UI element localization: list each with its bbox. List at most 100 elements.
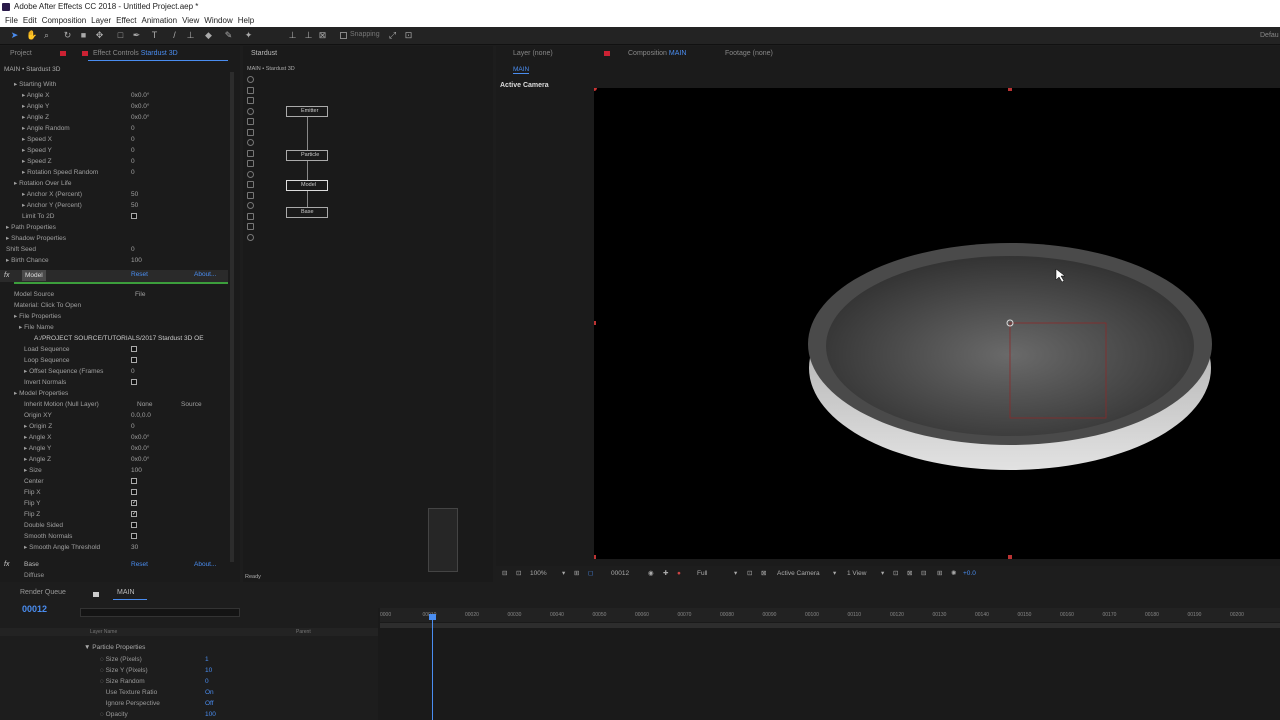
node-palette-icon[interactable]	[247, 86, 254, 94]
model-prop-row[interactable]: Material: Click To Open	[14, 300, 81, 311]
node-palette-icon[interactable]	[247, 76, 254, 83]
prop-value[interactable]: 0	[131, 156, 135, 167]
particle-properties-group[interactable]: ▼ Particle Properties	[84, 644, 145, 651]
tab-project[interactable]: Project	[10, 47, 32, 61]
exposure-value[interactable]: +0.0	[963, 566, 976, 582]
prop-value[interactable]: 100	[131, 465, 142, 476]
prop-value[interactable]: 0x0.0°	[131, 101, 150, 112]
rotate-tool-icon[interactable]: ↻	[63, 31, 72, 40]
timeline-prop-row[interactable]: ◌ Size Random	[100, 678, 145, 685]
prop-value[interactable]: None	[137, 399, 153, 410]
prop-value[interactable]: 0x0.0°	[131, 432, 150, 443]
tab-effect-controls[interactable]: Effect Controls Stardust 3D	[93, 47, 178, 61]
model-prop-row[interactable]: ▸ Size	[24, 465, 42, 476]
prop-value[interactable]: 0	[131, 244, 135, 255]
effect-prop-row[interactable]: ▸ Speed Z	[22, 156, 52, 167]
clone-tool-icon[interactable]: ⊥	[186, 31, 195, 40]
prop-value[interactable]: On	[205, 689, 214, 696]
effect-prop-row[interactable]: ▸ Birth Chance	[6, 255, 49, 266]
eraser-tool-icon[interactable]: ◆	[204, 31, 213, 40]
camera-tool-icon[interactable]: ■	[79, 31, 88, 40]
hand-tool-icon[interactable]: ✋	[26, 31, 37, 40]
prop-value[interactable]: 0	[131, 134, 135, 145]
snap-grid-icon[interactable]: ⊡	[404, 31, 413, 40]
axis-world-icon[interactable]: ⊥	[304, 31, 313, 40]
effect-prop-row[interactable]: ▸ Anchor Y (Percent)	[22, 200, 82, 211]
chevron-down-icon[interactable]: ▾	[881, 566, 884, 582]
model-prop-row[interactable]: ▸ Model Properties	[14, 388, 68, 399]
checkbox[interactable]: ✓	[131, 511, 137, 517]
transparency-grid-icon[interactable]: ⊠	[761, 566, 766, 582]
always-preview-icon[interactable]: ⊟	[502, 566, 507, 582]
menu-item-view[interactable]: View	[182, 14, 199, 27]
view-layout-dropdown[interactable]: 1 View	[847, 566, 866, 582]
time-ruler[interactable]: 0000000100002000030000400005000060000700…	[380, 608, 1280, 622]
snapshot-camera-icon[interactable]: ◉	[648, 566, 654, 582]
zoom-dropdown[interactable]: 100%	[530, 566, 547, 582]
lock-tab-icon[interactable]	[82, 51, 88, 56]
node-palette-icon[interactable]	[247, 118, 254, 125]
node-palette-icon[interactable]	[247, 160, 254, 167]
prop-value[interactable]: 50	[131, 200, 138, 211]
effect-prop-row[interactable]: ▸ Path Properties	[6, 222, 56, 233]
reset-exposure-icon[interactable]: ✺	[951, 566, 956, 582]
snapping-checkbox[interactable]	[340, 32, 347, 39]
timeline-prop-row[interactable]: ◌ Size Y (Pixels)	[100, 667, 148, 674]
checkbox[interactable]	[131, 379, 137, 385]
menu-item-window[interactable]: Window	[204, 14, 232, 27]
timeline-prop-row[interactable]: ◌ Use Texture Ratio	[100, 689, 158, 696]
effect-prop-row[interactable]: ▸ Shadow Properties	[6, 233, 66, 244]
prop-value[interactable]: 1	[205, 656, 209, 663]
checkbox[interactable]	[131, 533, 137, 539]
timeline-prop-row[interactable]: ◌ Size (Pixels)	[100, 656, 142, 663]
effect-prop-row[interactable]: ▸ Starting With	[14, 79, 56, 90]
zoom-tool-icon[interactable]: ⌕	[42, 31, 51, 40]
timeline-search-input[interactable]	[80, 608, 240, 617]
effect-prop-row[interactable]: ▸ Rotation Speed Random	[22, 167, 98, 178]
base-effect-header[interactable]: fx Base Reset About...	[0, 560, 228, 571]
about-model-link[interactable]: About...	[194, 271, 216, 278]
mask-icon[interactable]: ◻	[588, 566, 593, 582]
model-prop-row[interactable]: Flip Y	[24, 498, 41, 509]
model-prop-row[interactable]: Double Sided	[24, 520, 63, 531]
effect-prop-row[interactable]: ▸ Angle Z	[22, 112, 49, 123]
chevron-down-icon[interactable]: ▾	[734, 566, 737, 582]
prop-value[interactable]: 0	[131, 145, 135, 156]
current-time-display[interactable]: 00012	[611, 566, 629, 582]
resolution-dropdown[interactable]: Full	[697, 566, 707, 582]
prop-value[interactable]: 0x0.0°	[131, 454, 150, 465]
model-prop-row[interactable]: ▸ Angle Y	[24, 443, 51, 454]
prop-value[interactable]: 0	[205, 678, 209, 685]
prop-value[interactable]: 0	[131, 167, 135, 178]
toggle-pixel-aspect-icon[interactable]: ⊡	[893, 566, 898, 582]
roi-icon[interactable]: ⊡	[747, 566, 752, 582]
effect-prop-row[interactable]: ▸ Rotation Over Life	[14, 178, 71, 189]
model-prop-row[interactable]: Inherit Motion (Null Layer)	[24, 399, 99, 410]
menu-item-effect[interactable]: Effect	[116, 14, 136, 27]
model-prop-row[interactable]: Loop Sequence	[24, 355, 70, 366]
effect-prop-row[interactable]: ▸ Anchor X (Percent)	[22, 189, 82, 200]
node-palette-icon[interactable]	[247, 212, 254, 220]
menu-item-animation[interactable]: Animation	[141, 14, 177, 27]
effect-prop-row[interactable]: ▸ Speed X	[22, 134, 52, 145]
about-base-link[interactable]: About...	[194, 561, 216, 568]
node-model[interactable]: Model	[286, 180, 328, 191]
prop-value[interactable]: 100	[131, 255, 142, 266]
viewer-subtab-main[interactable]: MAIN	[513, 66, 530, 74]
checkbox[interactable]	[131, 478, 137, 484]
tab-composition[interactable]: Composition MAIN	[628, 47, 686, 61]
timeline-icon[interactable]: ⊟	[921, 566, 926, 582]
rectangle-tool-icon[interactable]: □	[116, 31, 125, 40]
tab-main-timeline[interactable]: MAIN	[117, 589, 135, 596]
menu-item-file[interactable]: File	[5, 14, 18, 27]
brush-tool-icon[interactable]: /	[170, 31, 179, 40]
chevron-down-icon[interactable]: ▾	[833, 566, 836, 582]
model-prop-row[interactable]: ▸ Smooth Angle Threshold	[24, 542, 100, 553]
node-palette-icon[interactable]	[247, 170, 254, 178]
node-emitter[interactable]: Emitter	[286, 106, 328, 117]
menu-item-composition[interactable]: Composition	[42, 14, 86, 27]
puppet-tool-icon[interactable]: ✦	[244, 31, 253, 40]
close-comp-tab-icon[interactable]	[604, 51, 610, 56]
effect-prop-row[interactable]: ▸ Speed Y	[22, 145, 52, 156]
model-prop-row[interactable]: Model Source	[14, 289, 54, 300]
